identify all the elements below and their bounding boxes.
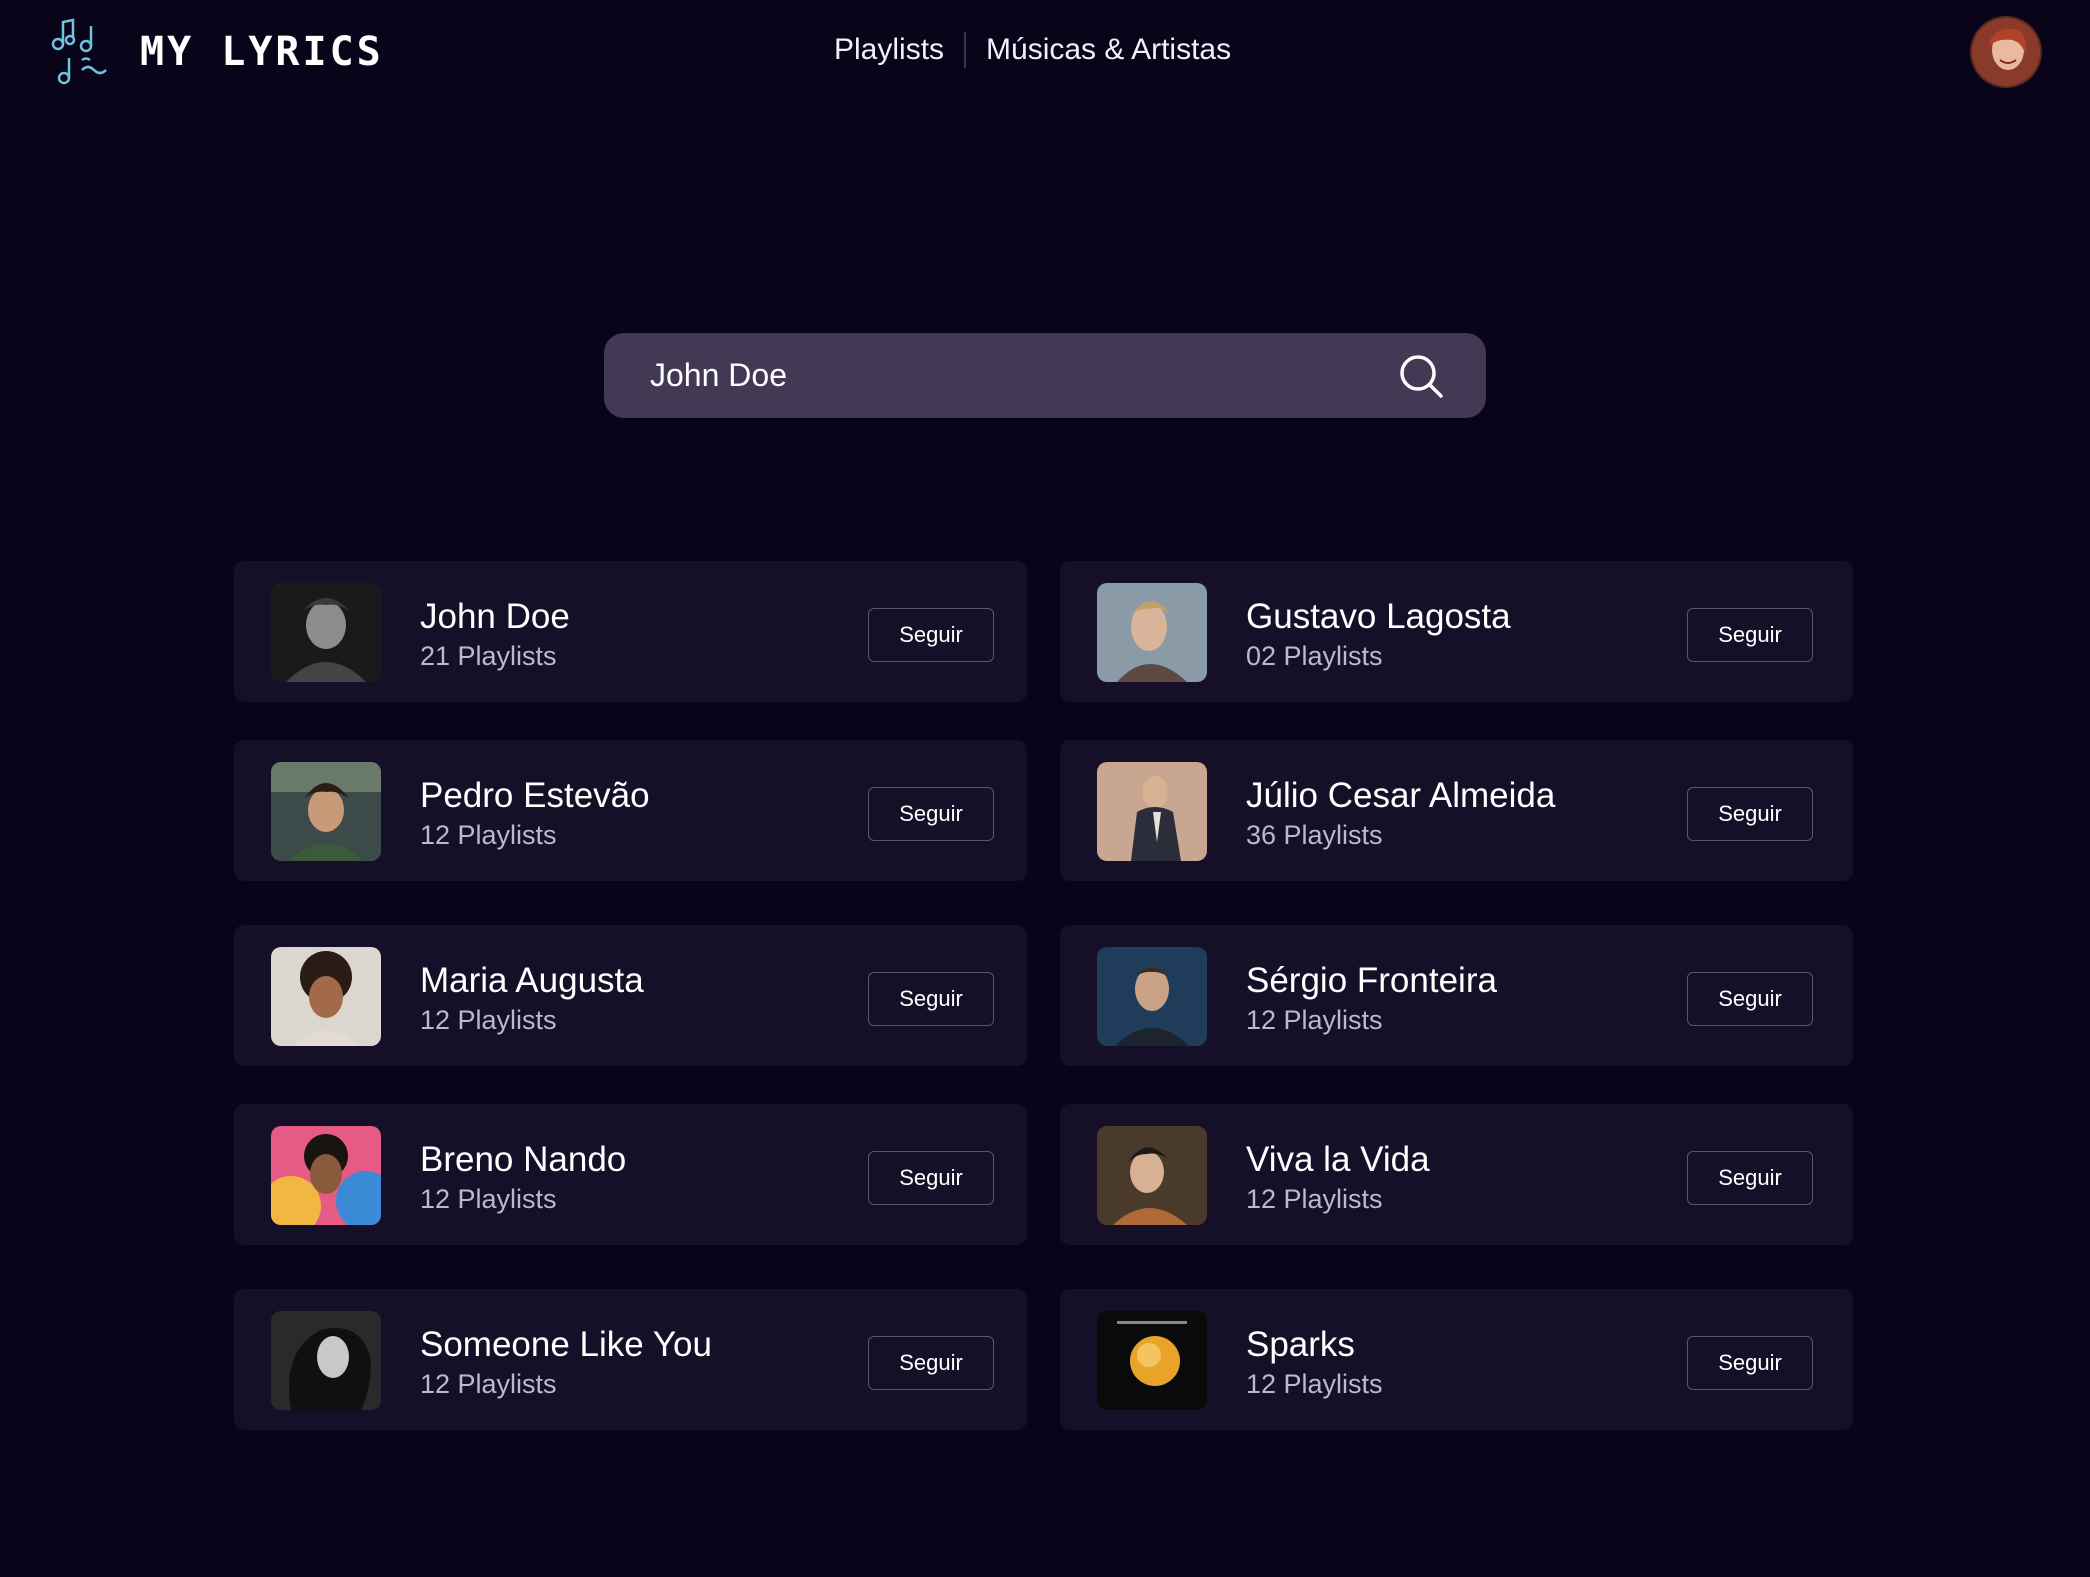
result-card-breno-nando: Breno Nando 12 Playlists Seguir — [234, 1104, 1027, 1245]
result-name: Sparks — [1246, 1325, 1355, 1364]
playlist-count: 12 Playlists — [1246, 1005, 1383, 1035]
result-name: Gustavo Lagosta — [1246, 597, 1511, 636]
result-card-john-doe: John Doe 21 Playlists Seguir — [234, 561, 1027, 702]
main-nav: Playlists Músicas & Artistas — [834, 32, 1231, 68]
profile-photo — [1097, 583, 1207, 682]
playlist-count: 12 Playlists — [420, 1369, 557, 1399]
follow-button[interactable]: Seguir — [868, 1336, 994, 1390]
result-card-sparks: Sparks 12 Playlists Seguir — [1060, 1289, 1853, 1430]
logo-text: MY LYRICS — [140, 29, 384, 75]
profile-photo — [271, 1126, 381, 1225]
follow-button[interactable]: Seguir — [1687, 787, 1813, 841]
result-name: Breno Nando — [420, 1140, 627, 1179]
nav-music-artists[interactable]: Músicas & Artistas — [986, 33, 1231, 67]
follow-button[interactable]: Seguir — [868, 608, 994, 662]
result-card-viva-la-vida: Viva la Vida 12 Playlists Seguir — [1060, 1104, 1853, 1245]
profile-photo — [1097, 1126, 1207, 1225]
profile-photo — [271, 762, 381, 861]
playlist-count: 02 Playlists — [1246, 641, 1383, 671]
playlist-count: 36 Playlists — [1246, 820, 1383, 850]
profile-photo — [271, 947, 381, 1046]
result-name: John Doe — [420, 597, 570, 636]
profile-photo — [271, 583, 381, 682]
follow-button[interactable]: Seguir — [868, 972, 994, 1026]
result-name: Someone Like You — [420, 1325, 712, 1364]
result-card-someone-like-you: Someone Like You 12 Playlists Seguir — [234, 1289, 1027, 1430]
follow-button[interactable]: Seguir — [868, 1151, 994, 1205]
nav-playlists[interactable]: Playlists — [834, 33, 944, 67]
profile-photo — [1097, 947, 1207, 1046]
search-bar — [604, 333, 1486, 418]
nav-divider — [964, 32, 967, 68]
music-notes-icon — [51, 18, 107, 85]
playlist-count: 12 Playlists — [1246, 1369, 1383, 1399]
result-card-sergio-fronteira: Sérgio Fronteira 12 Playlists Seguir — [1060, 925, 1853, 1066]
album-cover — [1097, 1311, 1207, 1410]
follow-button[interactable]: Seguir — [1687, 1151, 1813, 1205]
result-name: Viva la Vida — [1246, 1140, 1430, 1179]
playlist-count: 12 Playlists — [420, 820, 557, 850]
playlist-count: 21 Playlists — [420, 641, 557, 671]
follow-button[interactable]: Seguir — [1687, 608, 1813, 662]
follow-button[interactable]: Seguir — [1687, 1336, 1813, 1390]
result-name: Pedro Estevão — [420, 776, 650, 815]
search-input[interactable] — [648, 356, 1372, 395]
follow-button[interactable]: Seguir — [868, 787, 994, 841]
playlist-count: 12 Playlists — [1246, 1184, 1383, 1214]
album-cover — [271, 1311, 381, 1410]
result-name: Júlio Cesar Almeida — [1246, 776, 1556, 815]
follow-button[interactable]: Seguir — [1687, 972, 1813, 1026]
result-name: Maria Augusta — [420, 961, 644, 1000]
app-logo[interactable]: MY LYRICS — [48, 16, 384, 88]
result-card-julio-cesar-almeida: Júlio Cesar Almeida 36 Playlists Seguir — [1060, 740, 1853, 881]
result-card-maria-augusta: Maria Augusta 12 Playlists Seguir — [234, 925, 1027, 1066]
result-card-gustavo-lagosta: Gustavo Lagosta 02 Playlists Seguir — [1060, 561, 1853, 702]
profile-photo — [1097, 762, 1207, 861]
search-icon[interactable] — [1396, 351, 1446, 401]
result-name: Sérgio Fronteira — [1246, 961, 1497, 1000]
user-avatar[interactable] — [1970, 16, 2042, 88]
playlist-count: 12 Playlists — [420, 1184, 557, 1214]
result-card-pedro-estevao: Pedro Estevão 12 Playlists Seguir — [234, 740, 1027, 881]
playlist-count: 12 Playlists — [420, 1005, 557, 1035]
